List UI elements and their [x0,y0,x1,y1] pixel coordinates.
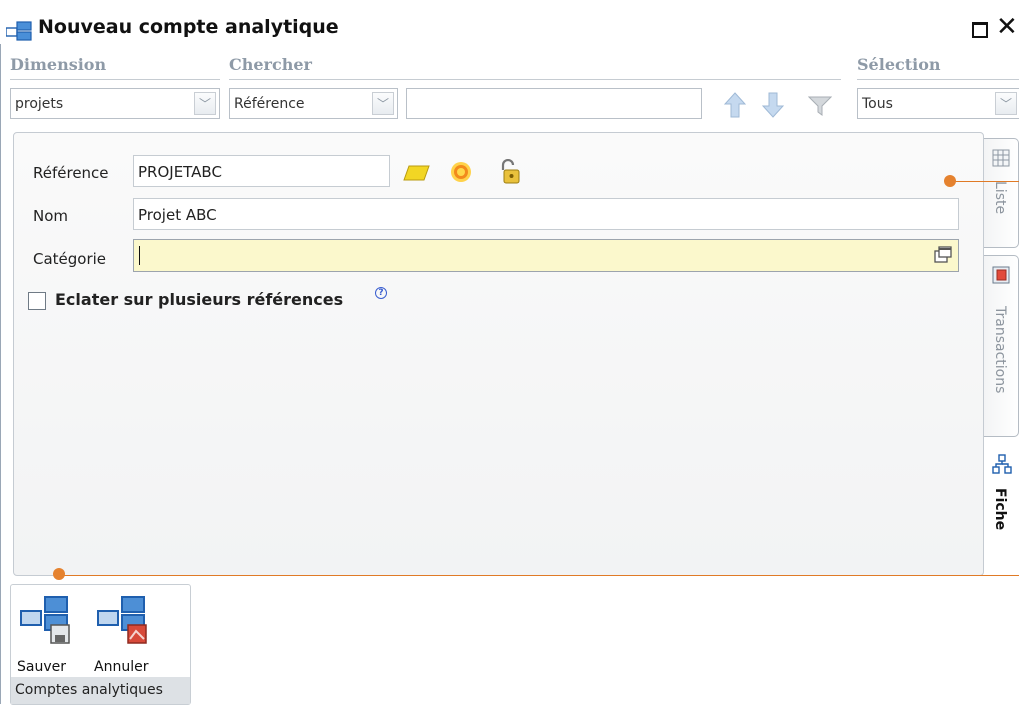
name-input[interactable]: Projet ABC [133,198,959,230]
search-divider [229,79,841,80]
account-tree-icon [6,21,32,41]
selection-select-value: Tous [862,96,893,112]
save-icon [20,596,70,644]
cancel-icon [97,596,147,644]
callout-line-bottom [62,575,1019,576]
chevron-down-icon[interactable]: ﹀ [995,92,1017,115]
category-input[interactable] [133,239,959,272]
search-input[interactable] [406,88,702,119]
chevron-down-icon[interactable]: ﹀ [372,92,394,115]
name-input-value: Projet ABC [138,206,217,224]
name-label: Nom [33,207,69,225]
search-label: Chercher [229,55,312,74]
window-picker-icon[interactable] [934,246,952,264]
save-button[interactable]: Sauver [14,593,84,675]
dimension-divider [10,79,220,80]
help-icon[interactable]: ? [375,287,387,299]
action-toolbar: Sauver Annuler Comptes analytiques [10,584,191,705]
title-bar: Nouveau compte analytique ✕ [0,0,1019,44]
tab-fiche-label: Fiche [992,488,1008,531]
tab-liste-label: Liste [992,181,1008,215]
tab-liste[interactable]: Liste [984,138,1019,248]
dimension-label: Dimension [10,55,107,74]
chevron-down-icon[interactable]: ﹀ [194,92,216,115]
save-button-label: Sauver [17,659,66,675]
dimension-select-value: projets [15,96,64,112]
reference-input-value: PROJETABC [138,163,222,181]
cancel-button-label: Annuler [94,659,149,675]
search-field-select-value: Référence [234,96,305,112]
selection-select[interactable]: Tous ﹀ [857,88,1019,119]
document-icon [992,266,1010,284]
reference-input[interactable]: PROJETABC [133,155,390,187]
search-field-select[interactable]: Référence ﹀ [229,88,398,119]
selection-divider [857,79,1019,80]
cancel-button[interactable]: Annuler [91,593,161,675]
tab-transactions-label: Transactions [992,306,1008,394]
reference-label: Référence [33,164,109,182]
maximize-button[interactable] [972,22,988,38]
sun-icon[interactable] [449,160,473,184]
split-references-checkbox[interactable] [28,292,46,310]
close-button[interactable]: ✕ [996,14,1018,40]
callout-dot-top [944,175,956,187]
hierarchy-icon [992,454,1012,474]
grid-icon [992,149,1010,167]
split-references-label[interactable]: Eclater sur plusieurs références [55,290,343,309]
callout-line-top [952,181,1019,182]
filter-icon[interactable] [808,95,832,117]
padlock-icon[interactable] [499,159,523,187]
selection-label: Sélection [857,55,941,74]
tab-fiche[interactable]: Fiche [984,443,1019,573]
eraser-icon[interactable] [403,163,431,183]
toolbar-group-text: Comptes analytiques [15,682,163,698]
window-title: Nouveau compte analytique [38,16,339,38]
arrow-up-icon[interactable] [724,92,746,118]
category-label: Catégorie [33,250,107,268]
callout-dot-bottom [53,568,65,580]
arrow-down-icon[interactable] [762,92,784,118]
tab-transactions[interactable]: Transactions [984,255,1019,437]
text-caret [139,246,140,265]
dimension-select[interactable]: projets ﹀ [10,88,220,119]
toolbar-group-label: Comptes analytiques [11,677,190,704]
